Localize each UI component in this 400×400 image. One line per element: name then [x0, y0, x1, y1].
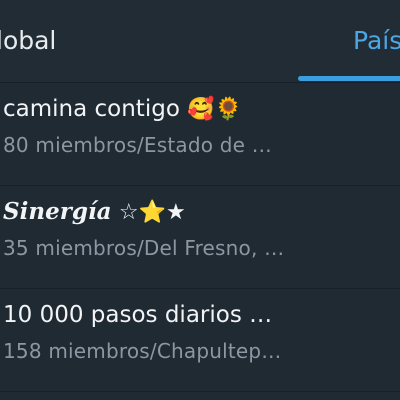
- group-name-text: 10 000 pasos diarios …: [3, 302, 273, 328]
- group-emoji: 🥰🌻: [187, 97, 243, 122]
- group-emoji: ☆⭐★: [118, 200, 186, 225]
- group-list: camina contigo 🥰🌻 80 miembros/Estado de …: [0, 83, 400, 392]
- group-list-item[interactable]: Sinergía ☆⭐★ 35 miembros/Del Fresno, …: [0, 186, 400, 289]
- group-name-text: camina contigo: [3, 96, 180, 122]
- group-list-item[interactable]: 10 000 pasos diarios … 158 miembros/Chap…: [0, 289, 400, 392]
- group-list-screen: lobal País camina contigo 🥰🌻 80 miembros…: [0, 0, 400, 400]
- group-name: Sinergía ☆⭐★: [3, 196, 400, 229]
- group-name: camina contigo 🥰🌻: [3, 93, 400, 126]
- tab-bar: lobal País: [0, 0, 400, 83]
- selected-tab-indicator: [298, 76, 400, 81]
- group-list-item[interactable]: camina contigo 🥰🌻 80 miembros/Estado de …: [0, 83, 400, 186]
- group-members-location: 35 miembros/Del Fresno, …: [3, 236, 285, 260]
- tab-global[interactable]: lobal: [0, 24, 56, 58]
- group-members-location: 158 miembros/Chapultep…: [3, 339, 282, 363]
- group-members-location: 80 miembros/Estado de …: [3, 133, 272, 157]
- group-name-text: Sinergía: [3, 198, 112, 225]
- tab-pais[interactable]: País: [353, 24, 400, 58]
- group-name: 10 000 pasos diarios …: [3, 299, 400, 332]
